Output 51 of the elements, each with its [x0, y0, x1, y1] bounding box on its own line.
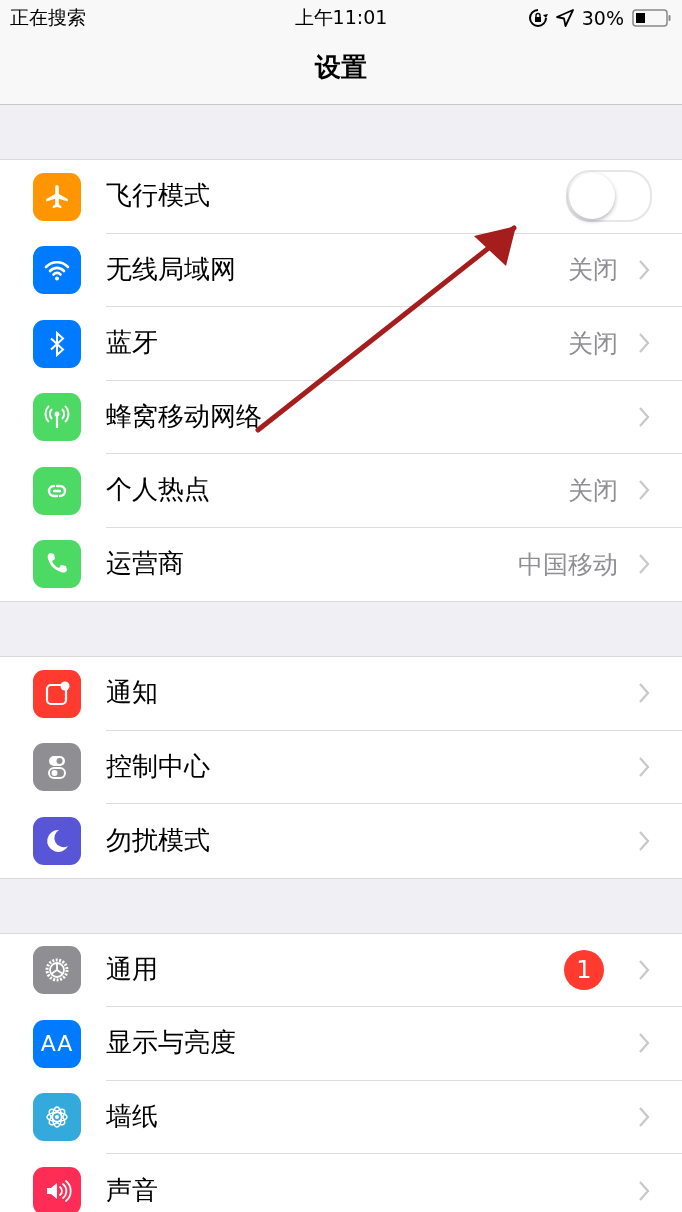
chevron-icon [638, 479, 650, 502]
row-value: 关闭 [568, 327, 618, 360]
settings-row[interactable]: 控制中心 [0, 730, 682, 804]
count-badge: 1 [564, 949, 604, 990]
settings-row[interactable]: AA 显示与亮度 [0, 1007, 682, 1081]
row-label: 控制中心 [106, 751, 211, 782]
row-label: 蜂窝移动网络 [106, 401, 263, 432]
chevron-icon [638, 405, 650, 428]
settings-row[interactable]: 运营商 中国移动 [0, 527, 682, 601]
settings-row[interactable]: 墙纸 [0, 1080, 682, 1154]
row-label: 通知 [106, 678, 159, 709]
row-label: 无线局域网 [106, 254, 237, 285]
chevron-icon [638, 1032, 650, 1055]
chevron-icon [638, 553, 650, 576]
text-size-icon: AA [33, 1019, 81, 1068]
carrier-text: 正在搜索 [10, 5, 86, 30]
clock-time: 上午11:01 [294, 5, 388, 30]
row-label: 声音 [106, 1175, 159, 1206]
settings-row[interactable]: 个人热点 关闭 [0, 454, 682, 528]
row-value: 关闭 [568, 254, 618, 287]
battery-percent: 30% [581, 7, 624, 29]
settings-row[interactable]: 飞行模式 [0, 160, 682, 234]
row-label: 运营商 [106, 549, 185, 580]
settings-row[interactable]: 勿扰模式 [0, 804, 682, 878]
chevron-icon [638, 1179, 650, 1202]
row-label: 蓝牙 [106, 328, 159, 359]
page-title: 设置 [313, 51, 368, 84]
chevron-icon [638, 755, 650, 778]
row-label: 墙纸 [106, 1101, 159, 1132]
row-label: 通用 [106, 954, 159, 985]
settings-row[interactable]: 蓝牙 关闭 [0, 307, 682, 381]
chevron-icon [638, 829, 650, 852]
row-label: 飞行模式 [106, 181, 211, 212]
settings-row[interactable]: 蜂窝移动网络 [0, 380, 682, 454]
rotation-lock-icon [527, 8, 548, 28]
chevron-icon [638, 1105, 650, 1128]
row-label: 勿扰模式 [106, 825, 211, 856]
airplane-mode-switch[interactable] [566, 170, 652, 223]
settings-row[interactable]: 通用 1 [0, 933, 682, 1007]
row-label: 显示与亮度 [106, 1028, 237, 1059]
chevron-icon [638, 682, 650, 705]
battery-icon [632, 8, 672, 28]
settings-row[interactable]: 声音 [0, 1154, 682, 1212]
chevron-icon [638, 958, 650, 981]
row-value: 关闭 [568, 474, 618, 507]
chevron-icon [638, 332, 650, 355]
settings-row[interactable]: 通知 [0, 657, 682, 731]
row-label: 个人热点 [106, 475, 211, 506]
chevron-icon [638, 258, 650, 281]
location-arrow-icon [555, 9, 574, 27]
row-value: 中国移动 [518, 548, 618, 581]
